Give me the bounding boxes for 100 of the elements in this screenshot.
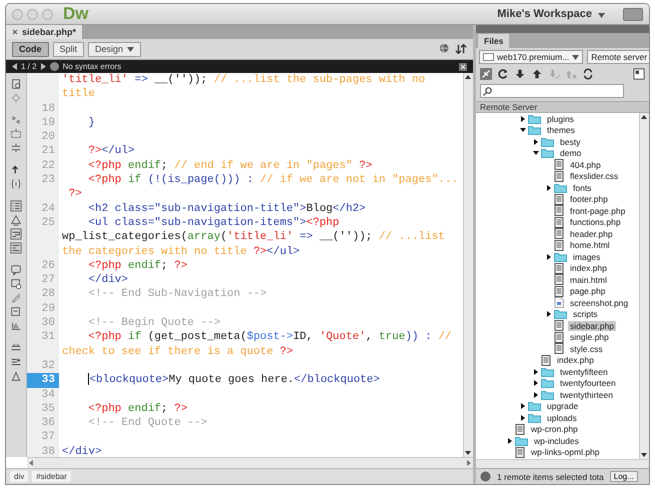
- view-button[interactable]: Split: [52, 42, 84, 56]
- file-tree-item[interactable]: wp-includes: [532, 436, 581, 446]
- snippet-icon[interactable]: [10, 306, 22, 318]
- wrap-icon[interactable]: [10, 228, 22, 240]
- sync-icon[interactable]: [582, 68, 594, 80]
- code-file-icon: [554, 262, 564, 274]
- chart-icon[interactable]: [10, 320, 22, 332]
- file-tree-item[interactable]: images: [571, 252, 602, 262]
- line-number: 37: [40, 430, 56, 445]
- file-tree-item[interactable]: index.php: [568, 263, 609, 274]
- collapsed-arrow-icon[interactable]: [520, 414, 526, 421]
- expand-icon[interactable]: [10, 142, 22, 154]
- panel-tab[interactable]: Files: [478, 34, 510, 48]
- tag-selector[interactable]: #sidebar: [32, 471, 71, 482]
- file-tree-item[interactable]: sidebar.php: [568, 320, 616, 331]
- scrollbar[interactable]: [639, 113, 649, 459]
- scrollbar[interactable]: [476, 459, 649, 468]
- expanded-arrow-icon[interactable]: [533, 150, 539, 156]
- expanded-arrow-icon[interactable]: [520, 127, 526, 134]
- collapse-icon[interactable]: [10, 114, 22, 126]
- code-file-icon: [554, 286, 564, 297]
- expand-icon[interactable]: [633, 68, 645, 80]
- scrollbar[interactable]: [463, 73, 473, 457]
- document-icon[interactable]: [10, 78, 22, 90]
- file-tree-item[interactable]: 404.php: [568, 160, 603, 170]
- comment-icon[interactable]: [10, 264, 22, 276]
- file-tree-item[interactable]: index.php: [555, 355, 596, 366]
- file-tree-item[interactable]: upgrade: [545, 401, 580, 412]
- line-number: 27: [40, 273, 56, 288]
- collapse-icon[interactable]: [10, 128, 22, 140]
- tag-selector[interactable]: div: [10, 471, 28, 482]
- refresh-icon[interactable]: [497, 68, 509, 80]
- collapsed-arrow-icon[interactable]: [533, 392, 539, 398]
- file-tree-item[interactable]: wp-links-opml.php: [529, 447, 602, 458]
- file-tree-item[interactable]: plugins: [545, 114, 576, 124]
- warning-icon[interactable]: [10, 214, 22, 226]
- code-file-icon: [554, 170, 564, 182]
- collapsed-arrow-icon[interactable]: [546, 254, 552, 260]
- file-tree-item[interactable]: twentythirteen: [558, 390, 615, 400]
- file-tree-item[interactable]: twentyfifteen: [558, 366, 610, 377]
- code-line: ?>: [68, 187, 83, 202]
- collapsed-arrow-icon[interactable]: [533, 368, 539, 375]
- globe-icon[interactable]: [439, 43, 451, 55]
- collapsed-arrow-icon[interactable]: [533, 138, 539, 145]
- file-tree-item[interactable]: header.php: [568, 228, 615, 239]
- previous-icon[interactable]: [12, 63, 17, 70]
- line-number: 30: [40, 316, 56, 330]
- collapsed-arrow-icon[interactable]: [546, 184, 552, 191]
- file-tree-item[interactable]: flexslider.css: [568, 171, 620, 182]
- code-file-icon: [554, 159, 564, 170]
- uncomment-icon[interactable]: [10, 278, 22, 290]
- file-tree-item[interactable]: main.html: [568, 274, 609, 285]
- collapsed-arrow-icon[interactable]: [520, 403, 526, 410]
- up-arrow-icon[interactable]: [531, 68, 543, 80]
- sort-icon[interactable]: [455, 43, 467, 55]
- collapsed-arrow-icon[interactable]: [546, 311, 552, 318]
- collapsed-arrow-icon[interactable]: [533, 380, 539, 386]
- view-button[interactable]: Code: [12, 42, 48, 56]
- file-tree-item[interactable]: scripts: [571, 309, 600, 320]
- file-tree-item[interactable]: themes: [545, 125, 577, 136]
- file-tree-item[interactable]: style.css: [568, 344, 605, 354]
- file-tree-item[interactable]: front-page.php: [568, 206, 628, 216]
- file-tree-item[interactable]: uploads: [545, 412, 579, 423]
- file-tree-item[interactable]: fonts: [571, 182, 594, 193]
- site-dropdown[interactable]: web170.premium...: [479, 50, 584, 64]
- document-tab[interactable]: sidebar.php*: [6, 25, 82, 39]
- file-tree-item[interactable]: besty: [558, 136, 582, 147]
- file-tree-item[interactable]: twentyfourteen: [558, 378, 618, 388]
- code-line: <?php if (!(is_page())) : // if we are not in "pages"...: [87, 173, 460, 188]
- view-button[interactable]: Design: [88, 42, 142, 56]
- workspace-switcher[interactable]: Mike's Workspace: [497, 8, 592, 20]
- code-file-icon: [554, 343, 564, 354]
- column-header: Remote Server: [476, 101, 649, 113]
- code-line: <?php endif; // end if we are in "pages" ?>: [87, 158, 374, 174]
- format-icon[interactable]: [10, 370, 22, 382]
- file-tree-item[interactable]: wp-cron.php: [529, 424, 580, 434]
- toggle-button[interactable]: [623, 8, 643, 20]
- collapsed-arrow-icon[interactable]: [520, 116, 526, 122]
- view-dropdown[interactable]: Remote server: [587, 50, 649, 64]
- braces-icon[interactable]: [10, 178, 22, 190]
- next-icon[interactable]: [40, 63, 46, 70]
- file-tree-item[interactable]: footer.php: [568, 194, 610, 204]
- file-tree-item[interactable]: home.html: [568, 240, 612, 250]
- code-line: <!-- Begin Quote -->: [87, 316, 222, 330]
- list-icon[interactable]: [10, 200, 22, 212]
- connect-icon[interactable]: [480, 68, 492, 80]
- file-tree-item[interactable]: demo: [558, 148, 584, 158]
- file-tree-item[interactable]: single.php: [568, 332, 611, 342]
- file-tree-item[interactable]: page.php: [568, 286, 608, 296]
- highlight-icon[interactable]: [10, 242, 22, 254]
- file-tree-item[interactable]: functions.php: [568, 217, 623, 228]
- outdent-icon[interactable]: [10, 356, 22, 368]
- collapsed-arrow-icon[interactable]: [507, 438, 513, 444]
- file-tree-item[interactable]: screenshot.png: [568, 298, 630, 308]
- scrollbar[interactable]: [27, 457, 473, 468]
- search-field[interactable]: [480, 84, 624, 98]
- check-in-icon[interactable]: [548, 68, 560, 80]
- log-button[interactable]: Log...: [610, 471, 638, 482]
- down-arrow-icon[interactable]: [514, 68, 526, 80]
- check-out-icon[interactable]: [565, 68, 577, 80]
